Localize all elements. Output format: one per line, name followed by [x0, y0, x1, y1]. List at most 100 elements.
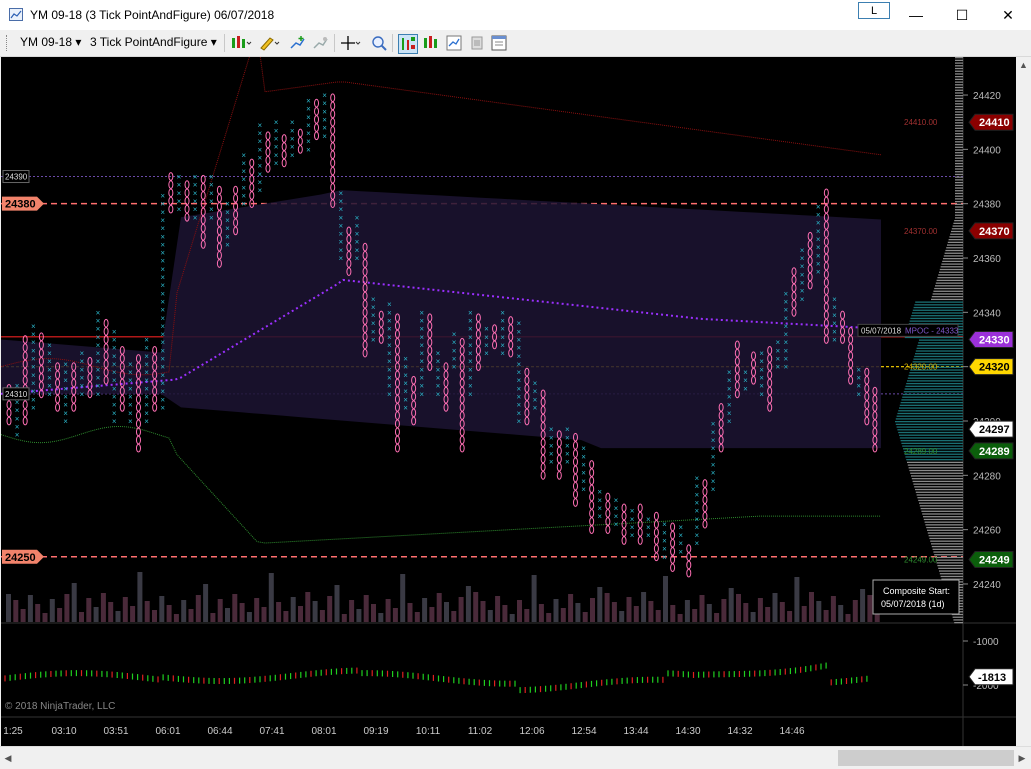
zoom-icon[interactable]: [370, 34, 388, 52]
add-indicator-icon[interactable]: [289, 34, 307, 52]
volume-profile-bar: [955, 152, 963, 154]
left-price-flag-label: 24380: [5, 199, 36, 211]
scroll-up-icon[interactable]: ▲: [1016, 57, 1031, 74]
bar-style-icon[interactable]: [230, 34, 252, 52]
volume-profile-bar: [898, 431, 963, 434]
pnf-x-mark: ×: [500, 308, 505, 317]
pnf-x-mark: ×: [128, 401, 133, 410]
volume-profile-bar: [955, 184, 963, 186]
volume-bar: [860, 589, 866, 622]
pnf-x-mark: ×: [160, 249, 165, 258]
pnf-x-mark: ×: [646, 523, 651, 532]
pnf-x-mark: ×: [225, 240, 230, 249]
toolbar-separator: [224, 34, 225, 52]
pnf-chart[interactable]: ××××××××××××××××××××××××××××××××××××××××…: [1, 57, 1016, 746]
pnf-x-mark: ×: [800, 254, 805, 263]
pnf-x-mark: ×: [241, 192, 246, 201]
volume-profile-bar: [952, 225, 963, 227]
pnf-x-mark: ×: [614, 512, 619, 521]
volume-profile-bar: [919, 339, 963, 341]
pnf-x-mark: ×: [112, 360, 117, 369]
volume-profile-bar: [939, 570, 963, 572]
strategy-icon[interactable]: [312, 34, 330, 52]
pnf-x-mark: ×: [355, 238, 360, 247]
properties-icon[interactable]: [445, 34, 463, 52]
volume-bar: [371, 604, 376, 622]
volume-profile-bar: [906, 459, 963, 461]
price-flag-label: 24320: [979, 362, 1010, 374]
pnf-x-mark: ×: [258, 137, 263, 146]
pnf-x-mark: ×: [128, 384, 133, 393]
volume-profile-bar: [924, 521, 963, 523]
volume-bar: [414, 612, 420, 622]
level-small-label: 24410.00: [904, 118, 938, 127]
volume-profile-bar: [955, 173, 963, 176]
pnf-x-mark: ×: [856, 390, 861, 399]
pnf-x-mark: ×: [338, 221, 343, 230]
link-l-button[interactable]: L: [858, 2, 890, 19]
pnf-x-mark: ×: [468, 325, 473, 334]
pnf-x-mark: ×: [516, 376, 521, 385]
volume-bar: [71, 583, 77, 622]
volume-bar: [743, 603, 749, 622]
pnf-x-mark: ×: [160, 395, 165, 404]
volume-profile-bar: [915, 488, 963, 491]
volume-profile-bar: [955, 86, 963, 89]
volume-profile-bar: [916, 347, 963, 349]
volume-profile-bar: [915, 350, 963, 352]
chart-panel[interactable]: × × × × × × × × × × × × × × × × × × × × × × × × × × × × × × × × × × × × × × × ×…: [1, 57, 1016, 746]
pnf-x-mark: ×: [711, 477, 716, 486]
pnf-x-mark: ×: [31, 322, 36, 331]
title-bar: YM 09-18 (3 Tick PointAndFigure) 06/07/2…: [0, 0, 1031, 30]
volume-profile-bar: [914, 355, 963, 358]
pnf-x-mark: ×: [79, 390, 84, 399]
scroll-right-icon[interactable]: ▶: [1014, 750, 1030, 766]
pnf-x-mark: ×: [79, 374, 84, 383]
pnf-x-mark: ×: [160, 314, 165, 323]
instrument-selector[interactable]: YM 09-18 ▾: [20, 35, 81, 49]
crosshair-icon[interactable]: [340, 34, 361, 52]
horizontal-scrollbar[interactable]: ◀ ▶: [0, 746, 1031, 769]
template-icon[interactable]: [490, 34, 508, 52]
scroll-thumb[interactable]: [838, 750, 1014, 766]
pnf-x-mark: ×: [193, 205, 198, 214]
pnf-x-mark: ×: [144, 393, 149, 402]
volume-bar: [108, 602, 114, 622]
volume-bar: [721, 599, 727, 622]
data-series-icon[interactable]: [422, 34, 440, 52]
chart-trader-icon[interactable]: [398, 34, 418, 54]
pnf-x-mark: ×: [387, 325, 392, 334]
volume-bar: [137, 572, 143, 622]
volume-bar: [20, 609, 26, 622]
volume-profile-bar: [916, 494, 963, 496]
price-flag-label: 24297: [979, 424, 1010, 436]
volume-profile-bar: [931, 543, 963, 545]
price-tick-label: 24280: [973, 471, 1001, 482]
pnf-x-mark: ×: [516, 352, 521, 361]
period-selector[interactable]: 3 Tick PointAndFigure ▾: [90, 35, 217, 49]
pnf-x-mark: ×: [468, 316, 473, 325]
vertical-scrollbar[interactable]: ▲: [1016, 57, 1031, 746]
pnf-x-mark: ×: [96, 390, 101, 399]
toolbar-separator: [392, 34, 393, 52]
toolbar-separator: [334, 34, 335, 52]
volume-profile-bar: [955, 116, 963, 119]
pnf-x-mark: ×: [128, 393, 133, 402]
pnf-x-mark: ×: [784, 330, 789, 339]
scroll-left-icon[interactable]: ◀: [0, 750, 16, 766]
pnf-x-mark: ×: [630, 531, 635, 540]
pnf-x-mark: ×: [630, 515, 635, 524]
pnf-x-mark: ×: [160, 338, 165, 347]
pnf-x-mark: ×: [177, 173, 182, 182]
close-button[interactable]: ✕: [985, 0, 1031, 30]
volume-bar: [801, 606, 807, 622]
share-icon[interactable]: [468, 34, 486, 52]
minimize-button[interactable]: —: [893, 0, 939, 30]
pnf-x-mark: ×: [452, 355, 457, 364]
volume-profile-bar: [933, 290, 963, 292]
pnf-x-mark: ×: [549, 425, 554, 434]
pencil-draw-icon[interactable]: [258, 34, 280, 52]
volume-bar: [173, 614, 179, 622]
maximize-button[interactable]: ☐: [939, 0, 985, 30]
volume-bar: [531, 575, 537, 622]
